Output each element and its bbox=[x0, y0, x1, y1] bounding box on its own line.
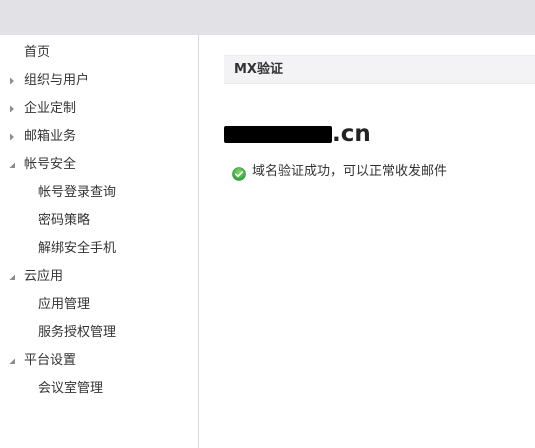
sidebar-item-unbind-phone[interactable]: 解绑安全手机 bbox=[0, 235, 198, 263]
sidebar-item-label: 帐号登录查询 bbox=[38, 185, 117, 200]
sidebar-item-cloud-apps[interactable]: 云应用 bbox=[0, 263, 198, 291]
sidebar-item-login-query[interactable]: 帐号登录查询 bbox=[0, 179, 198, 207]
sidebar-item-account-security[interactable]: 帐号安全 bbox=[0, 151, 198, 179]
sidebar-item-meeting-rooms[interactable]: 会议室管理 bbox=[0, 375, 198, 403]
caret-right-icon bbox=[7, 76, 17, 86]
sidebar-item-platform-settings[interactable]: 平台设置 bbox=[0, 347, 198, 375]
sidebar-item-enterprise-custom[interactable]: 企业定制 bbox=[0, 95, 198, 123]
sidebar-item-label: 邮箱业务 bbox=[24, 129, 77, 144]
sidebar-item-home[interactable]: 首页 bbox=[0, 39, 198, 67]
top-bar bbox=[0, 0, 535, 35]
caret-expanded-icon bbox=[7, 356, 17, 366]
sidebar-item-password-policy[interactable]: 密码策略 bbox=[0, 207, 198, 235]
page-title: MX验证 bbox=[234, 62, 283, 77]
caret-right-icon bbox=[7, 132, 17, 142]
caret-expanded-icon bbox=[7, 160, 17, 170]
sidebar-item-label: 密码策略 bbox=[38, 213, 91, 228]
sidebar-item-mail-business[interactable]: 邮箱业务 bbox=[0, 123, 198, 151]
domain-name: .cn bbox=[224, 118, 371, 150]
sidebar-item-org-users[interactable]: 组织与用户 bbox=[0, 67, 198, 95]
sidebar-item-label: 应用管理 bbox=[38, 297, 91, 312]
sidebar-item-label: 服务授权管理 bbox=[38, 325, 117, 340]
check-circle-icon bbox=[232, 166, 246, 181]
section-header: MX验证 bbox=[224, 55, 535, 84]
main-content: MX验证 .cn 域名验证成功，可以正常收发邮件 bbox=[199, 35, 535, 448]
caret-right-icon bbox=[7, 104, 17, 114]
sidebar-item-label: 首页 bbox=[24, 45, 51, 60]
sidebar-item-label: 平台设置 bbox=[24, 353, 77, 368]
sidebar-item-label: 云应用 bbox=[24, 269, 64, 284]
sidebar-item-service-auth[interactable]: 服务授权管理 bbox=[0, 319, 198, 347]
sidebar-item-label: 帐号安全 bbox=[24, 157, 77, 172]
status-message: 域名验证成功，可以正常收发邮件 bbox=[252, 164, 448, 179]
redacted-domain-block bbox=[224, 125, 332, 143]
sidebar-item-label: 会议室管理 bbox=[38, 381, 104, 396]
domain-suffix: .cn bbox=[332, 121, 371, 147]
sidebar-item-label: 解绑安全手机 bbox=[38, 241, 117, 256]
sidebar-nav: 首页 组织与用户 企业定制 邮箱业务 帐号安全 帐号登录查询 密码策略 解绑安全… bbox=[0, 35, 199, 448]
sidebar-item-label: 组织与用户 bbox=[24, 73, 90, 88]
sidebar-item-label: 企业定制 bbox=[24, 101, 77, 116]
sidebar-item-app-management[interactable]: 应用管理 bbox=[0, 291, 198, 319]
caret-expanded-icon bbox=[7, 272, 17, 282]
